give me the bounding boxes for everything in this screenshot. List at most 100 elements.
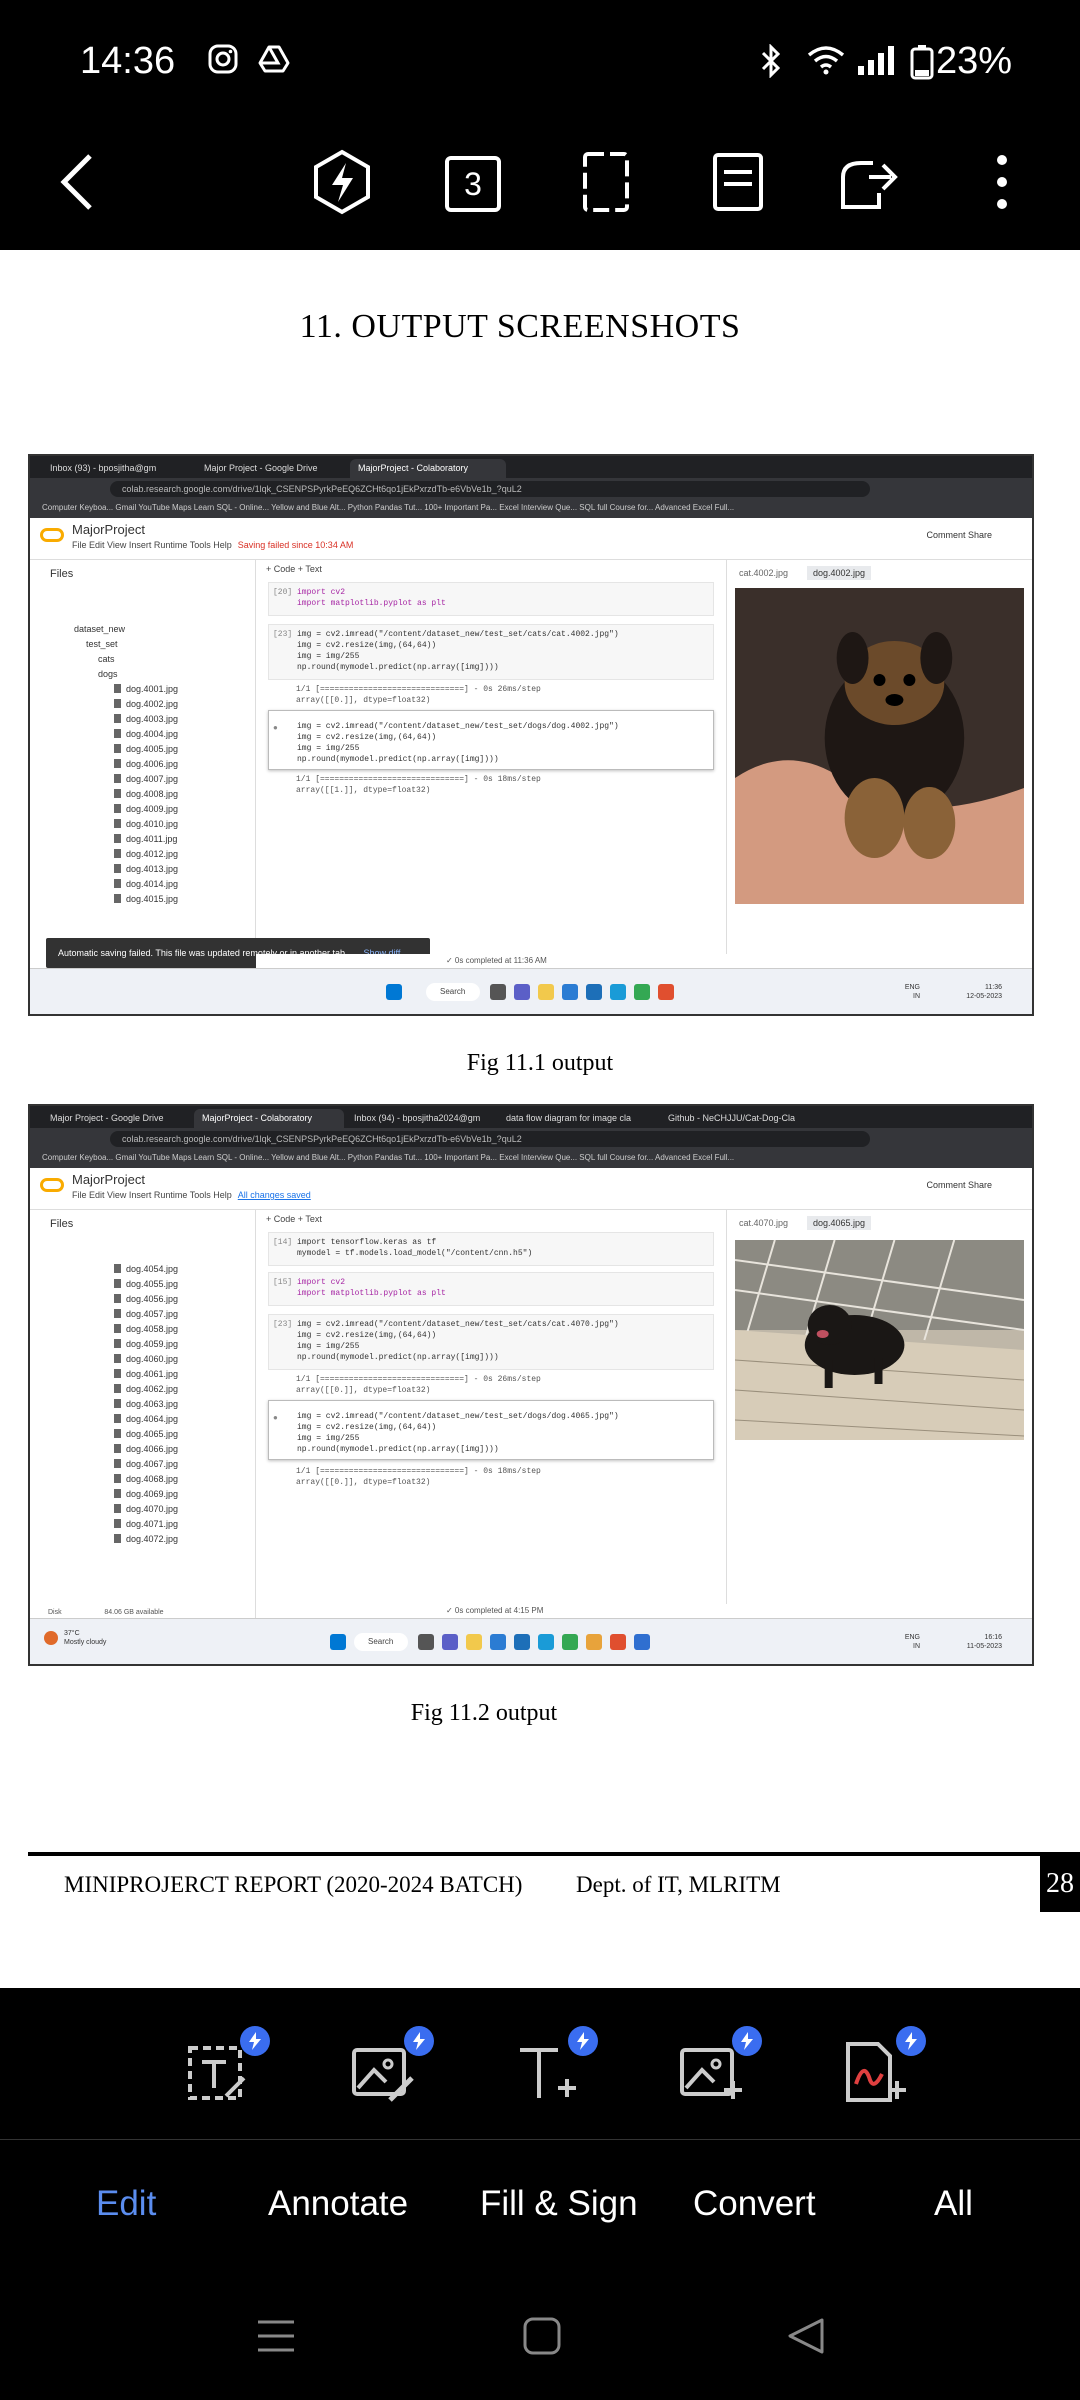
system-back-button[interactable] bbox=[786, 2316, 826, 2361]
fullscreen-icon bbox=[582, 151, 630, 218]
colab-actions: Comment Share bbox=[926, 530, 992, 540]
dog-photo bbox=[735, 588, 1024, 904]
url-field: colab.research.google.com/drive/1lqk_CSE… bbox=[110, 481, 870, 497]
edit-image-button[interactable] bbox=[350, 2026, 434, 2110]
run-button-icon: ● bbox=[273, 1414, 278, 1423]
menu-items: File Edit View Insert Runtime Tools Help bbox=[72, 1190, 232, 1200]
cell-output: 1/1 [==============================] - 0… bbox=[296, 1467, 541, 1487]
files-panel: Files dataset_new test_set cats dogs dog… bbox=[30, 560, 256, 968]
page-number: 28 bbox=[1040, 1856, 1080, 1912]
viewer-tab: cat.4002.jpg bbox=[739, 568, 789, 578]
file-item: dog.4056.jpg bbox=[114, 1292, 178, 1307]
image-viewer-panel: cat.4002.jpg dog.4002.jpg bbox=[726, 560, 1032, 968]
files-panel: Files dog.4054.jpg dog.4055.jpg dog.4056… bbox=[30, 1210, 256, 1618]
notebook-area: + Code + Text [20] import cv2 import matp… bbox=[256, 560, 726, 968]
fullscreen-button[interactable] bbox=[564, 142, 648, 226]
premium-bolt-icon bbox=[240, 2026, 270, 2056]
code-cell-active: ● img = cv2.imread("/content/dataset_new/… bbox=[268, 1400, 714, 1460]
tab-fill-sign[interactable]: Fill & Sign bbox=[480, 2184, 638, 2224]
browser-tab: Major Project - Google Drive bbox=[204, 463, 318, 473]
file-item: dog.4061.jpg bbox=[114, 1367, 178, 1382]
colab-menu: File Edit View Insert Runtime Tools Help… bbox=[72, 1190, 311, 1200]
windows-taskbar: Search ENG IN 11:36 12-05-2023 bbox=[30, 968, 1032, 1014]
browser-tab: Inbox (94) - bposjitha2024@gm bbox=[354, 1113, 481, 1123]
file-item: dog.4007.jpg bbox=[74, 772, 178, 787]
weather-icon bbox=[44, 1631, 58, 1645]
folder-icon bbox=[538, 984, 554, 1000]
cell-code: img = cv2.imread("/content/dataset_new/t… bbox=[297, 630, 619, 672]
dog-photo bbox=[734, 1239, 1025, 1440]
cell-number: [15] bbox=[273, 1278, 293, 1287]
file-item: dog.4062.jpg bbox=[114, 1382, 178, 1397]
cell-output: 1/1 [==============================] - 0… bbox=[296, 685, 541, 705]
lightning-icon bbox=[311, 149, 373, 220]
files-title: Files bbox=[50, 1218, 74, 1230]
file-item: dog.4064.jpg bbox=[114, 1412, 178, 1427]
share-button[interactable] bbox=[828, 142, 912, 226]
cell-number: [23] bbox=[273, 1320, 293, 1329]
more-options-button[interactable] bbox=[960, 142, 1044, 226]
viewer-tab-active: dog.4002.jpg bbox=[807, 566, 872, 580]
file-item: dog.4055.jpg bbox=[114, 1277, 178, 1292]
file-item: dog.4009.jpg bbox=[74, 802, 178, 817]
app-icon bbox=[610, 984, 626, 1000]
file-item: dog.4012.jpg bbox=[74, 847, 178, 862]
tab-edit[interactable]: Edit bbox=[96, 2184, 156, 2224]
store-icon bbox=[562, 984, 578, 1000]
tab-annotate[interactable]: Annotate bbox=[268, 2184, 408, 2224]
bluetooth-icon bbox=[760, 43, 782, 83]
bookmarks-bar: Computer Keyboa... Gmail YouTube Maps Le… bbox=[30, 1150, 1032, 1168]
code-cell: [23] img = cv2.imread("/content/dataset_n… bbox=[268, 624, 714, 680]
pdf-page[interactable]: 11. OUTPUT SCREENSHOTS Inbox (93) - bpos… bbox=[0, 250, 1080, 1998]
file-item: dog.4058.jpg bbox=[114, 1322, 178, 1337]
sign-document-button[interactable] bbox=[842, 2026, 926, 2110]
tray-language: ENG IN bbox=[904, 984, 920, 1000]
add-cell-bar: + Code + Text bbox=[266, 564, 322, 574]
page-count-button[interactable]: 3 bbox=[431, 142, 515, 226]
save-status: All changes saved bbox=[237, 1190, 311, 1200]
figure-caption: Fig 11.1 output bbox=[466, 1050, 614, 1076]
windows-taskbar: 37°C Mostly cloudy Search ENG IN 16:16 1… bbox=[30, 1618, 1032, 1664]
task-view-icon bbox=[418, 1634, 434, 1650]
recent-apps-icon bbox=[256, 2320, 296, 2360]
bookmarks-bar: Computer Keyboa... Gmail YouTube Maps Le… bbox=[30, 500, 1032, 518]
add-image-icon bbox=[678, 2048, 744, 2110]
image-viewer-panel: cat.4070.jpg dog.4065.jpg bbox=[726, 1210, 1032, 1618]
disk-usage: Disk 84.06 GB available bbox=[48, 1609, 164, 1616]
viewer-toolbar: 3 bbox=[0, 120, 1080, 250]
add-text-button[interactable] bbox=[514, 2026, 598, 2110]
edit-text-button[interactable] bbox=[186, 2026, 270, 2110]
reader-mode-button[interactable] bbox=[696, 142, 780, 226]
taskbar-search: Search bbox=[426, 983, 480, 1001]
colab-actions: Comment Share bbox=[926, 1180, 992, 1190]
cell-output: 1/1 [==============================] - 0… bbox=[296, 1375, 541, 1395]
add-image-button[interactable] bbox=[678, 2026, 762, 2110]
page-count: 3 bbox=[464, 165, 482, 202]
back-icon bbox=[786, 2318, 826, 2360]
edit-image-icon bbox=[350, 2048, 416, 2110]
tray-clock: 16:16 11-05-2023 bbox=[966, 1634, 1002, 1650]
screenshot-fig-11-2: Major Project - Google Drive MajorProjec… bbox=[28, 1104, 1034, 1666]
tab-all[interactable]: All bbox=[934, 2184, 973, 2224]
weather-widget: 37°C Mostly cloudy bbox=[64, 1630, 107, 1646]
folder-test-set: test_set bbox=[86, 639, 118, 649]
tray-language: ENG IN bbox=[904, 1634, 920, 1650]
store-icon bbox=[490, 1634, 506, 1650]
quick-action-button[interactable] bbox=[300, 142, 384, 226]
status-bar: 14:36 23% bbox=[0, 0, 1080, 120]
home-button[interactable] bbox=[522, 2316, 562, 2361]
cell-code: img = cv2.imread("/content/dataset_new/t… bbox=[297, 722, 619, 764]
app-icon bbox=[610, 1634, 626, 1650]
premium-bolt-icon bbox=[404, 2026, 434, 2056]
edit-tools-bar bbox=[0, 1988, 1080, 2140]
premium-bolt-icon bbox=[896, 2026, 926, 2056]
back-button[interactable] bbox=[36, 142, 120, 226]
file-item: dog.4068.jpg bbox=[114, 1472, 178, 1487]
file-item: dog.4010.jpg bbox=[74, 817, 178, 832]
file-item: dog.4066.jpg bbox=[114, 1442, 178, 1457]
folder-dogs: dogs bbox=[98, 669, 118, 679]
tab-convert[interactable]: Convert bbox=[693, 2184, 816, 2224]
file-tree: dataset_new test_set cats dogs dog.4001.… bbox=[74, 622, 178, 907]
file-item: dog.4071.jpg bbox=[114, 1517, 178, 1532]
recent-apps-button[interactable] bbox=[256, 2316, 296, 2361]
